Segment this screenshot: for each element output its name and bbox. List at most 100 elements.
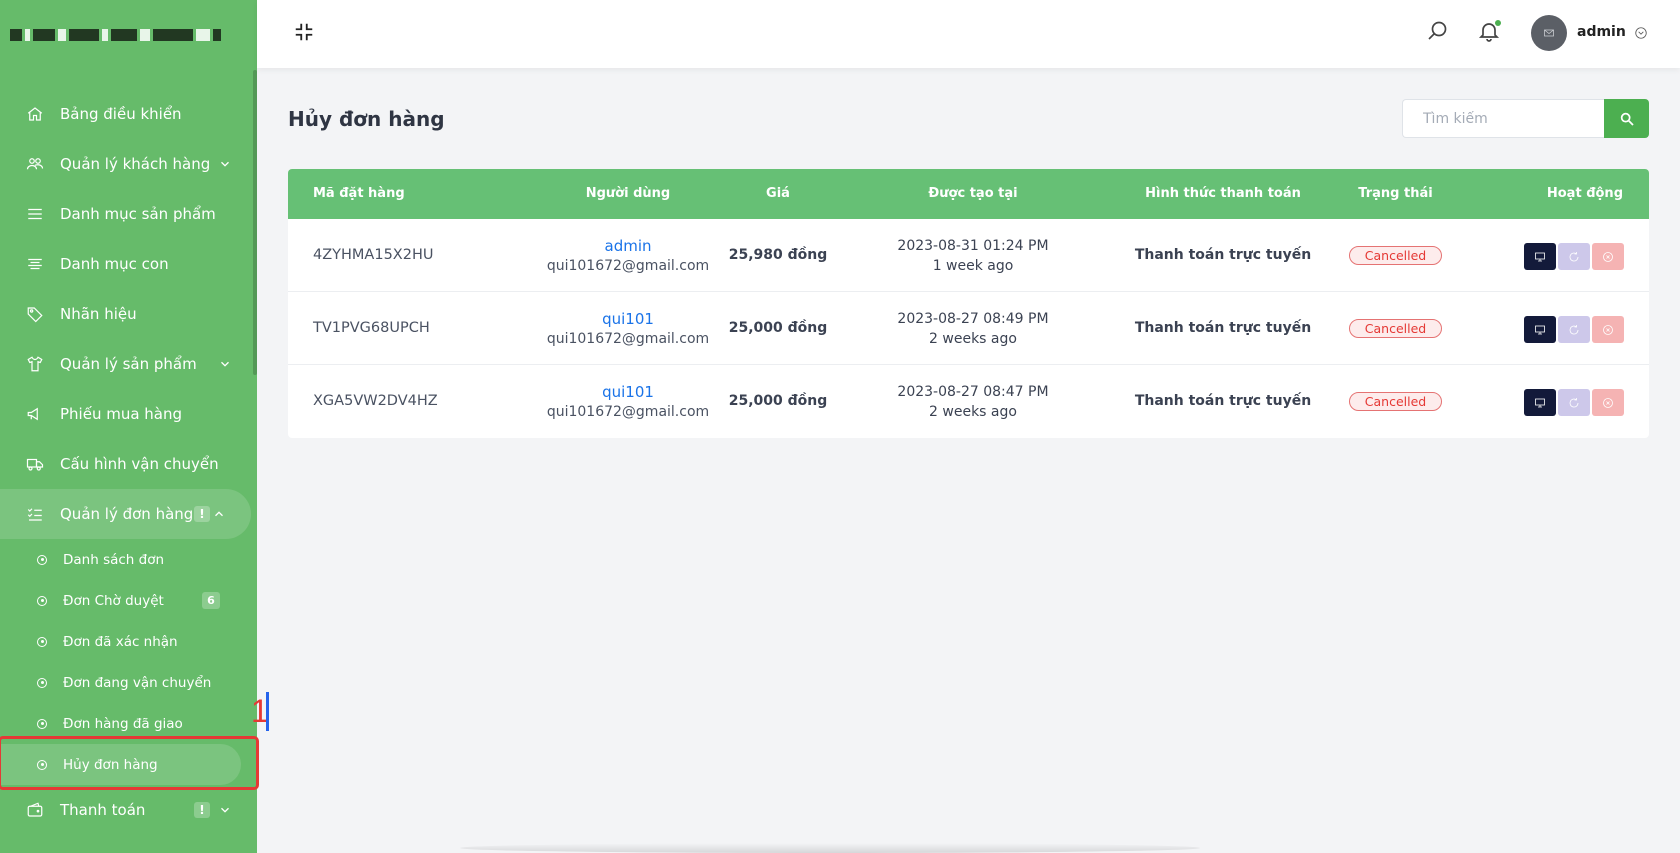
- sidebar-item-payment[interactable]: Thanh toán !: [0, 785, 257, 835]
- list-check-icon: [25, 504, 45, 524]
- sidebar-item-shipping[interactable]: Cấu hình vận chuyển: [0, 439, 257, 489]
- sidebar-item-label: Quản lý đơn hàng: [60, 505, 194, 523]
- top-header: admin: [257, 0, 1680, 68]
- submenu-item-confirmed[interactable]: Đơn đã xác nhận: [0, 621, 257, 662]
- close-circle-icon: [1602, 251, 1614, 263]
- sidebar-item-label: Phiếu mua hàng: [60, 405, 183, 423]
- table-header: Mã đặt hàng Người dùng Giá Được tạo tại …: [288, 169, 1649, 219]
- order-code: TV1PVG68UPCH: [313, 320, 430, 336]
- refresh-icon: [1568, 251, 1580, 263]
- submenu-item-label: Đơn đang vận chuyển: [63, 674, 212, 691]
- search-icon[interactable]: [1425, 19, 1449, 43]
- status-badge: Cancelled: [1349, 319, 1442, 338]
- sidebar-nav: Bảng điều khiển Quản lý khách hàng Danh …: [0, 89, 257, 835]
- sidebar-item-label: Danh mục sản phẩm: [60, 205, 216, 223]
- annotation-highlight-box: [0, 736, 259, 790]
- submenu-item-label: Đơn đã xác nhận: [63, 633, 178, 650]
- sidebar: Bảng điều khiển Quản lý khách hàng Danh …: [0, 0, 257, 853]
- order-price: 25,000 đồng: [728, 393, 828, 409]
- order-price: 25,000 đồng: [728, 320, 828, 336]
- sidebar-item-label: Cấu hình vận chuyển: [60, 455, 219, 473]
- page-title: Hủy đơn hàng: [288, 107, 445, 131]
- sidebar-item-subcategories[interactable]: Danh mục con: [0, 239, 257, 289]
- bell-icon[interactable]: [1477, 19, 1501, 43]
- created-ago: 2 weeks ago: [929, 331, 1017, 347]
- submenu-item-label: Đơn hàng đã giao: [63, 715, 183, 732]
- payment-method: Thanh toán trực tuyến: [1134, 247, 1312, 263]
- submenu-item-label: Đơn Chờ duyệt: [63, 592, 164, 609]
- user-name[interactable]: admin: [1577, 24, 1626, 40]
- sidebar-item-orders[interactable]: Quản lý đơn hàng !: [0, 489, 251, 539]
- collapse-icon[interactable]: [293, 21, 315, 43]
- column-header-created: Được tạo tại: [928, 186, 1018, 201]
- sidebar-item-label: Bảng điều khiển: [60, 105, 182, 123]
- sidebar-item-label: Danh mục con: [60, 255, 169, 273]
- search-button[interactable]: [1604, 99, 1649, 138]
- circle-dot-icon: [37, 636, 47, 647]
- shirt-icon: [25, 354, 45, 374]
- circle-dot-icon: [37, 677, 47, 688]
- close-circle-icon: [1602, 324, 1614, 336]
- refresh-icon: [1568, 397, 1580, 409]
- cancel-button[interactable]: [1592, 316, 1624, 343]
- submenu-item-shipping[interactable]: Đơn đang vận chuyển: [0, 662, 257, 703]
- warning-badge: !: [194, 506, 210, 522]
- view-button[interactable]: [1524, 316, 1556, 343]
- submenu-item-label: Danh sách đơn: [63, 551, 165, 568]
- order-price: 25,980 đồng: [728, 247, 828, 263]
- chevron-down-circle-icon[interactable]: [1634, 25, 1648, 39]
- sidebar-item-dashboard[interactable]: Bảng điều khiển: [0, 89, 257, 139]
- created-date: 2023-08-31 01:24 PM: [897, 238, 1049, 254]
- table-row: 4ZYHMA15X2HU admin qui101672@gmail.com 2…: [288, 219, 1649, 292]
- row-actions: [1524, 316, 1624, 343]
- view-button[interactable]: [1524, 243, 1556, 270]
- circle-dot-icon: [37, 554, 47, 565]
- refresh-button[interactable]: [1558, 389, 1590, 416]
- align-icon: [25, 254, 45, 274]
- orders-table: Mã đặt hàng Người dùng Giá Được tạo tại …: [288, 169, 1649, 438]
- column-header-payment: Hình thức thanh toán: [1145, 186, 1301, 201]
- sidebar-item-products[interactable]: Quản lý sản phẩm: [0, 339, 257, 389]
- chevron-down-icon[interactable]: [218, 157, 232, 171]
- row-actions: [1524, 389, 1624, 416]
- warning-badge: !: [194, 802, 210, 818]
- cancel-button[interactable]: [1592, 243, 1624, 270]
- created-date: 2023-08-27 08:47 PM: [897, 384, 1049, 400]
- chevron-down-icon[interactable]: [218, 803, 232, 817]
- home-icon: [25, 104, 45, 124]
- avatar[interactable]: [1531, 15, 1567, 51]
- logo[interactable]: [0, 0, 257, 70]
- text-cursor: [266, 692, 269, 731]
- monitor-icon: [1534, 397, 1546, 409]
- sidebar-item-label: Quản lý sản phẩm: [60, 355, 197, 373]
- refresh-button[interactable]: [1558, 316, 1590, 343]
- created-cell: 2023-08-27 08:47 PM 2 weeks ago: [873, 382, 1073, 422]
- sidebar-item-categories[interactable]: Danh mục sản phẩm: [0, 189, 257, 239]
- sidebar-item-brands[interactable]: Nhãn hiệu: [0, 289, 257, 339]
- created-cell: 2023-08-31 01:24 PM 1 week ago: [873, 236, 1073, 276]
- created-cell: 2023-08-27 08:49 PM 2 weeks ago: [873, 309, 1073, 349]
- chevron-up-icon[interactable]: [212, 507, 226, 521]
- sidebar-item-vouchers[interactable]: Phiếu mua hàng: [0, 389, 257, 439]
- payment-method: Thanh toán trực tuyến: [1134, 393, 1312, 409]
- sidebar-item-label: Nhãn hiệu: [60, 305, 137, 323]
- submenu-item-pending[interactable]: Đơn Chờ duyệt 6: [0, 580, 257, 621]
- submenu-item-order-list[interactable]: Danh sách đơn: [0, 539, 257, 580]
- circle-dot-icon: [37, 595, 47, 606]
- order-code: XGA5VW2DV4HZ: [313, 393, 438, 409]
- payment-method: Thanh toán trực tuyến: [1134, 320, 1312, 336]
- status-badge: Cancelled: [1349, 246, 1442, 265]
- search-icon: [1619, 111, 1635, 127]
- refresh-button[interactable]: [1558, 243, 1590, 270]
- view-button[interactable]: [1524, 389, 1556, 416]
- sidebar-item-customers[interactable]: Quản lý khách hàng: [0, 139, 257, 189]
- menu-icon: [25, 204, 45, 224]
- table-row: TV1PVG68UPCH qui101 qui101672@gmail.com …: [288, 292, 1649, 365]
- warning-badge-text: !: [199, 803, 205, 817]
- sidebar-item-label: Thanh toán: [60, 801, 146, 819]
- search-input[interactable]: [1402, 99, 1604, 138]
- status-badge: Cancelled: [1349, 392, 1442, 411]
- chevron-down-icon[interactable]: [218, 357, 232, 371]
- created-ago: 2 weeks ago: [929, 404, 1017, 420]
- cancel-button[interactable]: [1592, 389, 1624, 416]
